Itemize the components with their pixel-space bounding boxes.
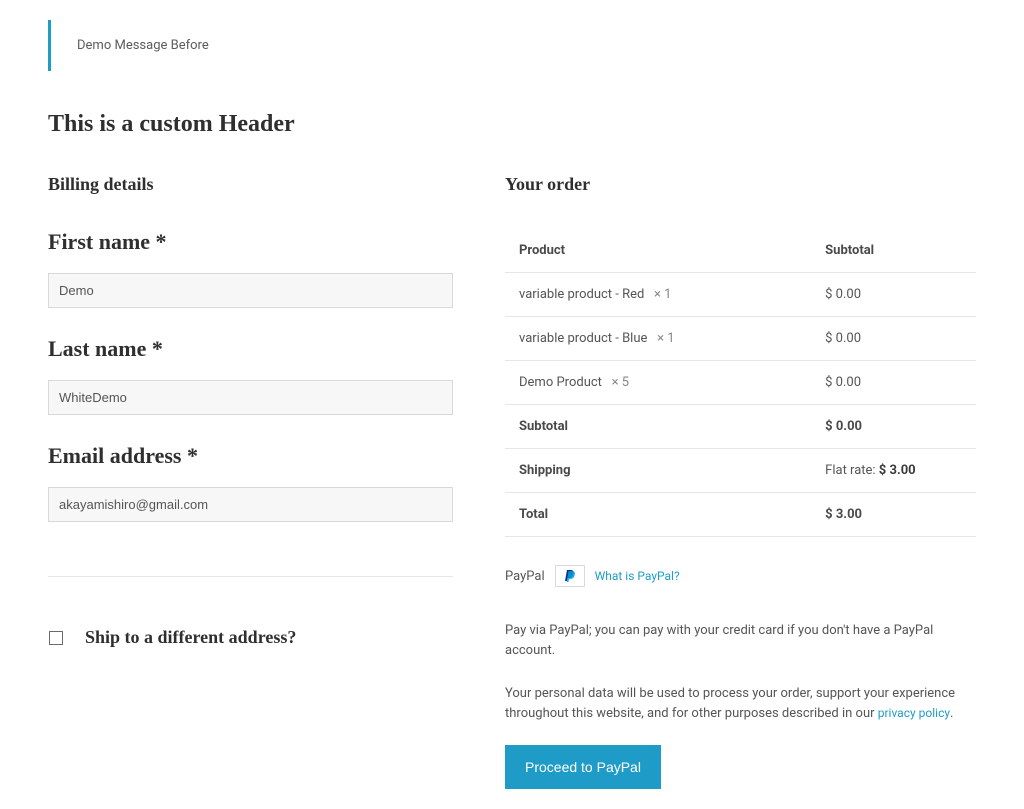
order-heading: Your order — [505, 174, 976, 195]
order-item-subtotal: $ 0.00 — [811, 317, 976, 361]
order-total-label: Total — [505, 493, 811, 537]
order-total-value: $ 3.00 — [811, 493, 976, 537]
order-shipping-label: Shipping — [505, 449, 811, 493]
email-block: Email address * — [48, 443, 453, 522]
privacy-suffix: . — [950, 706, 953, 721]
order-table: Product Subtotal variable product - Red … — [505, 229, 976, 537]
order-item-row: variable product - Red × 1 $ 0.00 — [505, 273, 976, 317]
demo-notice-text: Demo Message Before — [77, 38, 209, 53]
order-column: Your order Product Subtotal variable pro… — [505, 174, 976, 789]
payment-description: Pay via PayPal; you can pay with your cr… — [505, 621, 976, 660]
payment-method-row: PayPal What is PayPal? — [505, 565, 976, 587]
ship-different-label: Ship to a different address? — [85, 627, 296, 648]
order-item-cell: Demo Product × 5 — [505, 361, 811, 405]
first-name-block: First name * — [48, 229, 453, 308]
order-total-row: Total $ 3.00 — [505, 493, 976, 537]
first-name-label: First name * — [48, 229, 453, 255]
order-subtotal-row: Subtotal $ 0.00 — [505, 405, 976, 449]
order-item-cell: variable product - Blue × 1 — [505, 317, 811, 361]
order-item-row: variable product - Blue × 1 $ 0.00 — [505, 317, 976, 361]
payment-method-label: PayPal — [505, 569, 545, 584]
order-item-qty: × 1 — [648, 287, 672, 302]
order-item-name: variable product - Blue — [519, 331, 647, 346]
privacy-note: Your personal data will be used to proce… — [505, 684, 976, 723]
order-subtotal-label: Subtotal — [505, 405, 811, 449]
email-label: Email address * — [48, 443, 453, 469]
order-item-row: Demo Product × 5 $ 0.00 — [505, 361, 976, 405]
proceed-to-paypal-button[interactable]: Proceed to PayPal — [505, 745, 661, 789]
first-name-input[interactable] — [48, 273, 453, 308]
last-name-label: Last name * — [48, 336, 453, 362]
email-input[interactable] — [48, 487, 453, 522]
billing-separator — [48, 576, 453, 577]
ship-different-row[interactable]: Ship to a different address? — [48, 627, 453, 648]
order-item-name: Demo Product — [519, 375, 602, 390]
order-header-product: Product — [505, 229, 811, 273]
order-shipping-row: Shipping Flat rate: $ 3.00 — [505, 449, 976, 493]
order-item-name: variable product - Red — [519, 287, 644, 302]
order-item-qty: × 5 — [605, 375, 629, 390]
order-item-subtotal: $ 0.00 — [811, 361, 976, 405]
privacy-policy-link[interactable]: privacy policy — [878, 706, 950, 720]
what-is-paypal-link[interactable]: What is PayPal? — [595, 569, 680, 583]
paypal-icon — [555, 565, 585, 587]
order-shipping-value: Flat rate: $ 3.00 — [811, 449, 976, 493]
order-item-cell: variable product - Red × 1 — [505, 273, 811, 317]
ship-different-checkbox[interactable] — [49, 631, 63, 645]
billing-column: Billing details First name * Last name *… — [48, 174, 453, 789]
demo-notice: Demo Message Before — [48, 20, 976, 71]
order-header-row: Product Subtotal — [505, 229, 976, 273]
page-title: This is a custom Header — [48, 111, 976, 138]
order-subtotal-value: $ 0.00 — [811, 405, 976, 449]
last-name-block: Last name * — [48, 336, 453, 415]
order-item-qty: × 1 — [651, 331, 675, 346]
last-name-input[interactable] — [48, 380, 453, 415]
order-header-subtotal: Subtotal — [811, 229, 976, 273]
order-item-subtotal: $ 0.00 — [811, 273, 976, 317]
billing-heading: Billing details — [48, 174, 453, 195]
